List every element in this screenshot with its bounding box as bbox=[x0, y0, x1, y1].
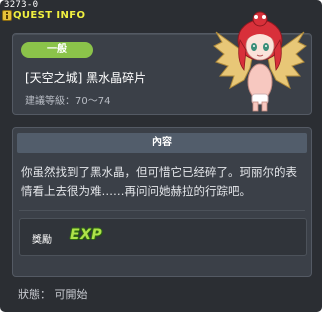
window-title: QUEST INFO bbox=[13, 10, 86, 21]
reward-label: 獎勵 bbox=[32, 235, 52, 246]
quest-status: 狀態： 可開始 bbox=[18, 288, 88, 301]
recommended-level: 建議等級：70～74 bbox=[25, 96, 111, 107]
content-header: 內容 bbox=[17, 133, 307, 153]
reward-box: 獎勵 EXP bbox=[19, 218, 307, 256]
info-icon bbox=[2, 10, 12, 21]
quest-description: 你虽然找到了黑水晶，但可惜它已经碎了。珂丽尔的表情看上去很为难……再问问她赫拉的… bbox=[21, 165, 297, 198]
quest-category-badge: 一般 bbox=[21, 42, 93, 58]
divider bbox=[19, 210, 305, 211]
exp-reward-icon[interactable]: EXP bbox=[70, 227, 102, 243]
quest-info-window: 3273-0 QUEST INFO 一般 [天空之城] 黑水晶碎片 建議等級：7… bbox=[0, 0, 322, 312]
npc-portrait bbox=[213, 11, 307, 112]
quest-name: [天空之城] 黑水晶碎片 bbox=[25, 71, 147, 85]
quest-content-panel: 內容 你虽然找到了黑水晶，但可惜它已经碎了。珂丽尔的表情看上去很为难……再问问她… bbox=[12, 127, 312, 277]
